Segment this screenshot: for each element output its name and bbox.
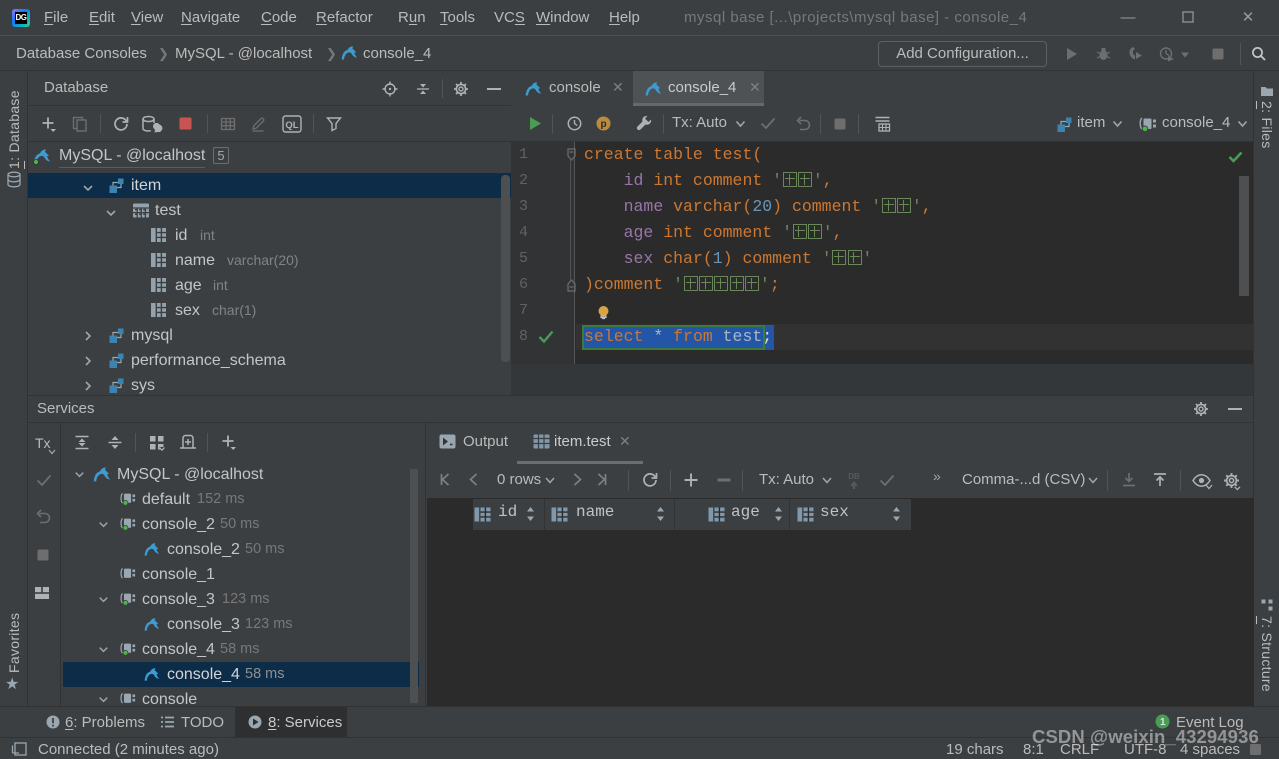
- svg-text:QL: QL: [285, 120, 298, 131]
- svg-text:DB: DB: [848, 472, 860, 481]
- svg-text:p: p: [600, 119, 606, 130]
